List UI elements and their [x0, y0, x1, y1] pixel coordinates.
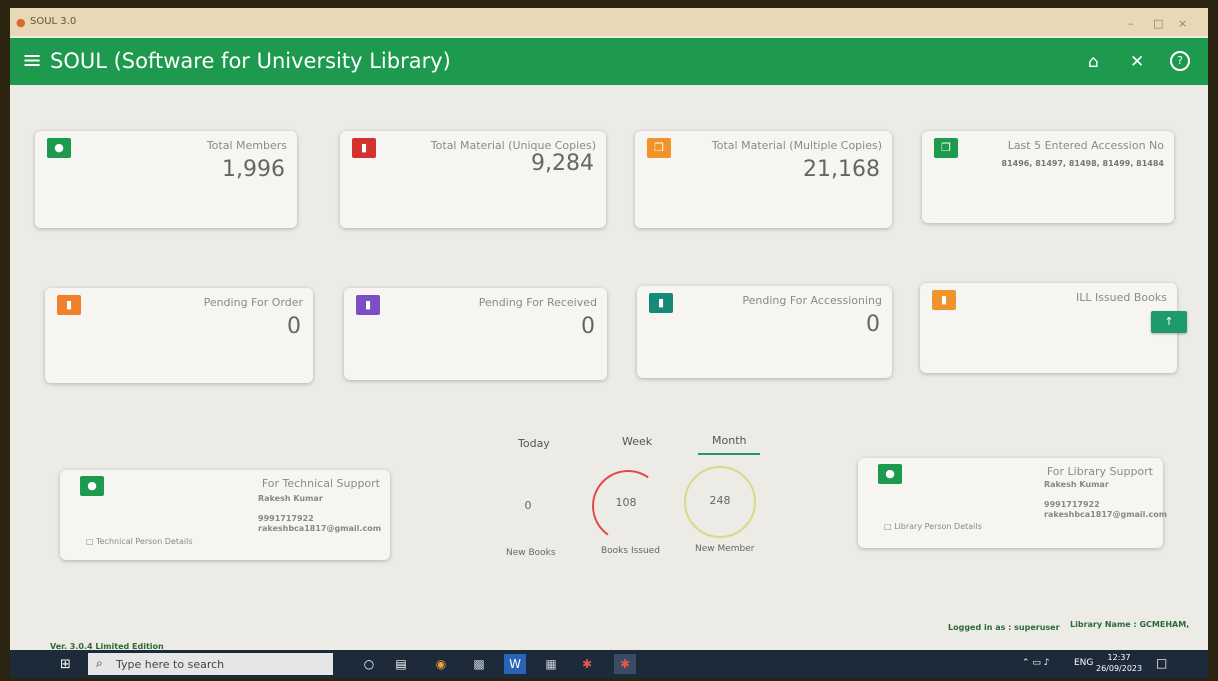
card-ill-issued[interactable]: ▮ ILL Issued Books ↑ — [920, 283, 1187, 373]
card-pending-order[interactable]: ▮ Pending For Order 0 — [45, 288, 313, 383]
support-email: rakeshbca1817@gmail.com — [1044, 510, 1168, 519]
window-title: SOUL 3.0 — [30, 16, 77, 27]
bookmark-icon: ▮ — [649, 293, 673, 313]
card-label: Last 5 Entered Accession No — [1007, 139, 1164, 152]
cortana-icon[interactable]: ○ — [358, 654, 380, 674]
clock-date: 26/09/2023 — [1096, 664, 1143, 673]
stat-value: 0 — [524, 499, 532, 512]
card-value: 0 — [866, 312, 880, 337]
windows-taskbar: ⊞ ⌕ Type here to search ○ ▤ ◉ ▩ W ▦ ✱ ✱ … — [10, 650, 1208, 678]
soul-active-icon[interactable]: ✱ — [614, 654, 636, 674]
stat-value: 248 — [709, 494, 731, 507]
window-titlebar: ● SOUL 3.0 – □ × — [10, 8, 1208, 36]
technical-support-card: ● For Technical Support Rakesh Kumar 999… — [60, 470, 390, 560]
support-phone: 9991717922 — [1044, 500, 1100, 509]
card-unique-copies[interactable]: ▮ Total Material (Unique Copies) 9,284 — [340, 131, 606, 228]
soul-app-icon: ● — [16, 16, 26, 29]
scroll-up-button[interactable]: ↑ — [1151, 311, 1187, 333]
library-person-details-link[interactable]: □ Library Person Details — [884, 522, 982, 531]
person-icon: ● — [47, 138, 71, 158]
tray-icons[interactable]: ⌃ ▭ ♪ — [1022, 658, 1050, 668]
language-indicator[interactable]: ENG — [1074, 658, 1093, 668]
logged-in-label: Logged in as : superuser — [948, 623, 1060, 632]
app-header: ≡ SOUL (Software for University Library)… — [10, 38, 1208, 85]
person-icon: ● — [878, 464, 902, 484]
copies-icon: ❐ — [647, 138, 671, 158]
card-value: 0 — [581, 314, 595, 339]
card-label: Pending For Order — [203, 296, 303, 309]
card-label: ILL Issued Books — [1075, 291, 1167, 304]
card-value: 21,168 — [803, 157, 880, 182]
support-phone: 9991717922 — [258, 514, 314, 523]
copies-icon: ❐ — [934, 138, 958, 158]
help-icon[interactable]: ? — [1170, 51, 1190, 71]
card-total-members[interactable]: ● Total Members 1,996 — [35, 131, 297, 228]
taskbar-clock[interactable]: 12:37 26/09/2023 — [1096, 652, 1142, 674]
card-last-accession[interactable]: ❐ Last 5 Entered Accession No 81496, 814… — [922, 131, 1174, 223]
library-name-label: Library Name : GCMEHAM, — [1070, 620, 1190, 629]
clock-time: 12:37 — [1107, 653, 1131, 662]
maximize-button[interactable]: □ — [1153, 17, 1163, 30]
search-placeholder: Type here to search — [116, 658, 225, 671]
stat-caption-new-member: New Member — [695, 544, 755, 554]
stat-new-member: 248 — [684, 466, 756, 538]
stat-books-issued: 108 — [592, 470, 660, 538]
card-label: Pending For Accessioning — [742, 294, 882, 307]
card-pending-received[interactable]: ▮ Pending For Received 0 — [344, 288, 607, 380]
search-icon: ⌕ — [96, 656, 103, 670]
card-value: 0 — [287, 314, 301, 339]
technical-person-details-link[interactable]: □ Technical Person Details — [86, 537, 193, 546]
library-support-card: ● For Library Support Rakesh Kumar 99917… — [858, 458, 1167, 548]
stat-caption-new-books: New Books — [506, 548, 556, 558]
bookmark-icon: ▮ — [356, 295, 380, 315]
card-label: Pending For Received — [478, 296, 597, 309]
notification-icon[interactable]: □ — [1156, 656, 1167, 670]
minimize-button[interactable]: – — [1128, 17, 1134, 30]
support-title: For Library Support — [1046, 465, 1153, 478]
card-multiple-copies[interactable]: ❐ Total Material (Multiple Copies) 21,16… — [635, 131, 892, 228]
close-icon[interactable]: ✕ — [1130, 52, 1144, 72]
support-title: For Technical Support — [261, 477, 380, 490]
app-title: SOUL (Software for University Library) — [50, 49, 451, 73]
hamburger-menu-icon[interactable]: ≡ — [22, 48, 42, 72]
windows-start-icon[interactable]: ⊞ — [60, 657, 71, 672]
tab-week[interactable]: Week — [622, 435, 652, 448]
window-close-button[interactable]: × — [1178, 17, 1187, 30]
stat-new-books: 0 — [494, 473, 562, 541]
word-icon[interactable]: W — [504, 654, 526, 674]
support-name: Rakesh Kumar — [1044, 480, 1109, 489]
home-icon[interactable]: ⌂ — [1088, 52, 1099, 72]
tab-today[interactable]: Today — [518, 437, 550, 450]
taskbar-search[interactable]: ⌕ Type here to search — [88, 653, 333, 675]
tab-month[interactable]: Month — [698, 434, 761, 455]
support-email: rakeshbca1817@gmail.com — [258, 524, 382, 533]
card-value: 9,284 — [531, 151, 594, 176]
stat-value: 108 — [615, 496, 637, 509]
screen: ● SOUL 3.0 – □ × ≡ SOUL (Software for Un… — [10, 8, 1208, 678]
person-icon: ● — [80, 476, 104, 496]
accession-numbers: 81496, 81497, 81498, 81499, 81484 — [1001, 159, 1164, 168]
bookmark-icon: ▮ — [57, 295, 81, 315]
card-label: Total Members — [206, 139, 287, 152]
book-icon: ▮ — [352, 138, 376, 158]
stat-caption-books-issued: Books Issued — [601, 546, 660, 556]
bookmark-icon: ▮ — [932, 290, 956, 310]
support-name: Rakesh Kumar — [258, 494, 323, 503]
card-label: Total Material (Multiple Copies) — [711, 139, 882, 152]
task-view-icon[interactable]: ▤ — [390, 654, 412, 674]
card-value: 1,996 — [222, 157, 285, 182]
card-pending-accessioning[interactable]: ▮ Pending For Accessioning 0 — [637, 286, 892, 378]
soul-app-icon[interactable]: ✱ — [576, 654, 598, 674]
calculator-icon[interactable]: ▦ — [540, 654, 562, 674]
file-explorer-icon[interactable]: ▩ — [468, 654, 490, 674]
chrome-icon[interactable]: ◉ — [430, 654, 452, 674]
